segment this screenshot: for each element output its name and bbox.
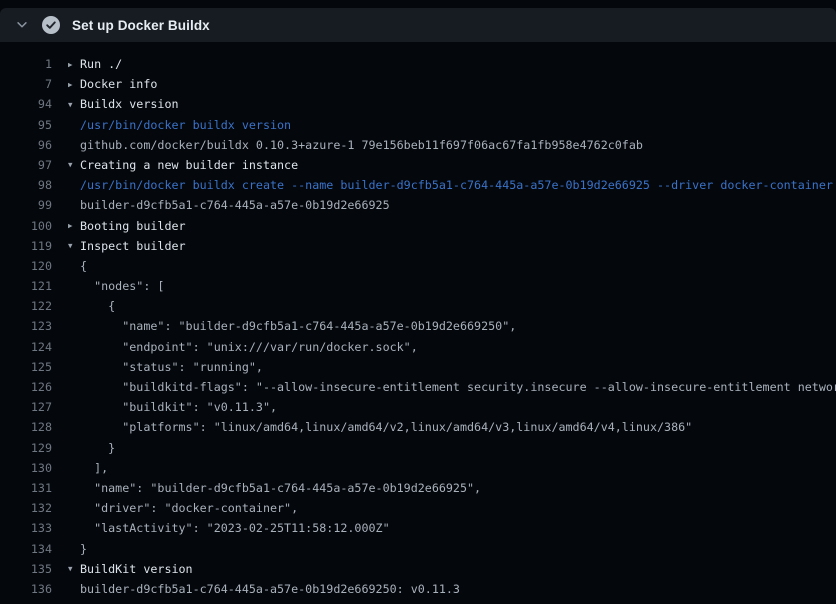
group-header-label[interactable]: ▼Buildx version: [52, 94, 836, 114]
log-line: 123 "name": "builder-d9cfb5a1-c764-445a-…: [0, 316, 836, 336]
group-header-label[interactable]: ▼BuildKit version: [52, 559, 836, 579]
group-expanded-icon[interactable]: ▼: [68, 236, 73, 256]
line-number[interactable]: 132: [0, 498, 52, 518]
group-header-label[interactable]: ▶Booting builder: [52, 216, 836, 236]
line-text: "buildkitd-flags": "--allow-insecure-ent…: [52, 377, 836, 397]
line-text: "endpoint": "unix:///var/run/docker.sock…: [52, 337, 836, 357]
line-number[interactable]: 96: [0, 135, 52, 155]
line-number[interactable]: 124: [0, 337, 52, 357]
line-number[interactable]: 130: [0, 458, 52, 478]
line-number[interactable]: 121: [0, 276, 52, 296]
step-title: Set up Docker Buildx: [72, 18, 210, 33]
line-text: {: [52, 296, 836, 316]
log-line: 95 /usr/bin/docker buildx version: [0, 115, 836, 135]
log-body: 1 ▶Run ./ 7 ▶Docker info 94 ▼Buildx vers…: [0, 42, 836, 599]
line-text: /usr/bin/docker buildx create --name bui…: [52, 175, 836, 195]
log-line: 99 builder-d9cfb5a1-c764-445a-a57e-0b19d…: [0, 195, 836, 215]
log-line: 127 "buildkit": "v0.11.3",: [0, 397, 836, 417]
log-line: 98 /usr/bin/docker buildx create --name …: [0, 175, 836, 195]
line-number[interactable]: 100: [0, 216, 52, 236]
line-number[interactable]: 126: [0, 377, 52, 397]
log-line: 121 "nodes": [: [0, 276, 836, 296]
log-line: 126 "buildkitd-flags": "--allow-insecure…: [0, 377, 836, 397]
line-number[interactable]: 134: [0, 539, 52, 559]
line-text: /usr/bin/docker buildx version: [52, 115, 836, 135]
line-number[interactable]: 95: [0, 115, 52, 135]
group-expanded-icon[interactable]: ▼: [68, 95, 73, 115]
line-number[interactable]: 131: [0, 478, 52, 498]
group-header-label[interactable]: ▶Docker info: [52, 74, 836, 94]
line-text: "platforms": "linux/amd64,linux/amd64/v2…: [52, 417, 836, 437]
line-text: "buildkit": "v0.11.3",: [52, 397, 836, 417]
group-expanded-icon[interactable]: ▼: [68, 559, 73, 579]
line-text: "nodes": [: [52, 276, 836, 296]
log-line: 100 ▶Booting builder: [0, 216, 836, 236]
log-line: 124 "endpoint": "unix:///var/run/docker.…: [0, 337, 836, 357]
log-line: 7 ▶Docker info: [0, 74, 836, 94]
log-line: 1 ▶Run ./: [0, 54, 836, 74]
line-text: github.com/docker/buildx 0.10.3+azure-1 …: [52, 135, 836, 155]
log-line: 119 ▼Inspect builder: [0, 236, 836, 256]
log-line: 131 "name": "builder-d9cfb5a1-c764-445a-…: [0, 478, 836, 498]
line-text: }: [52, 539, 836, 559]
line-number[interactable]: 98: [0, 175, 52, 195]
line-text: {: [52, 256, 836, 276]
line-text: "name": "builder-d9cfb5a1-c764-445a-a57e…: [52, 478, 836, 498]
line-number[interactable]: 133: [0, 518, 52, 538]
line-text: "driver": "docker-container",: [52, 498, 836, 518]
line-number[interactable]: 94: [0, 94, 52, 114]
line-number[interactable]: 122: [0, 296, 52, 316]
group-collapsed-icon[interactable]: ▶: [68, 216, 73, 236]
group-header-label[interactable]: ▼Inspect builder: [52, 236, 836, 256]
group-expanded-icon[interactable]: ▼: [68, 155, 73, 175]
line-number[interactable]: 135: [0, 559, 52, 579]
line-number[interactable]: 136: [0, 579, 52, 599]
log-line: 135 ▼BuildKit version: [0, 559, 836, 579]
line-number[interactable]: 97: [0, 155, 52, 175]
line-number[interactable]: 125: [0, 357, 52, 377]
line-number[interactable]: 119: [0, 236, 52, 256]
line-number[interactable]: 7: [0, 74, 52, 94]
line-text: builder-d9cfb5a1-c764-445a-a57e-0b19d2e6…: [52, 195, 836, 215]
log-line: 133 "lastActivity": "2023-02-25T11:58:12…: [0, 518, 836, 538]
log-line: 97 ▼Creating a new builder instance: [0, 155, 836, 175]
chevron-down-icon[interactable]: [15, 18, 29, 32]
log-line: 125 "status": "running",: [0, 357, 836, 377]
log-line: 120 {: [0, 256, 836, 276]
log-line: 136 builder-d9cfb5a1-c764-445a-a57e-0b19…: [0, 579, 836, 599]
line-number[interactable]: 120: [0, 256, 52, 276]
line-number[interactable]: 1: [0, 54, 52, 74]
log-line: 96 github.com/docker/buildx 0.10.3+azure…: [0, 135, 836, 155]
log-line: 134 }: [0, 539, 836, 559]
line-number[interactable]: 129: [0, 438, 52, 458]
line-number[interactable]: 127: [0, 397, 52, 417]
line-text: "status": "running",: [52, 357, 836, 377]
log-line: 132 "driver": "docker-container",: [0, 498, 836, 518]
step-header[interactable]: Set up Docker Buildx: [0, 8, 836, 42]
group-collapsed-icon[interactable]: ▶: [68, 55, 73, 75]
line-text: builder-d9cfb5a1-c764-445a-a57e-0b19d2e6…: [52, 579, 836, 599]
actions-log-viewer: Set up Docker Buildx 1 ▶Run ./ 7 ▶Docker…: [0, 8, 836, 599]
group-collapsed-icon[interactable]: ▶: [68, 75, 73, 95]
group-header-label[interactable]: ▼Creating a new builder instance: [52, 155, 836, 175]
line-text: "lastActivity": "2023-02-25T11:58:12.000…: [52, 518, 836, 538]
log-line: 94 ▼Buildx version: [0, 94, 836, 114]
check-circle-icon: [42, 16, 60, 34]
line-number[interactable]: 123: [0, 316, 52, 336]
log-line: 128 "platforms": "linux/amd64,linux/amd6…: [0, 417, 836, 437]
log-line: 130 ],: [0, 458, 836, 478]
line-text: "name": "builder-d9cfb5a1-c764-445a-a57e…: [52, 316, 836, 336]
line-number[interactable]: 99: [0, 195, 52, 215]
line-text: }: [52, 438, 836, 458]
log-line: 122 {: [0, 296, 836, 316]
line-text: ],: [52, 458, 836, 478]
group-header-label[interactable]: ▶Run ./: [52, 54, 836, 74]
log-line: 129 }: [0, 438, 836, 458]
line-number[interactable]: 128: [0, 417, 52, 437]
